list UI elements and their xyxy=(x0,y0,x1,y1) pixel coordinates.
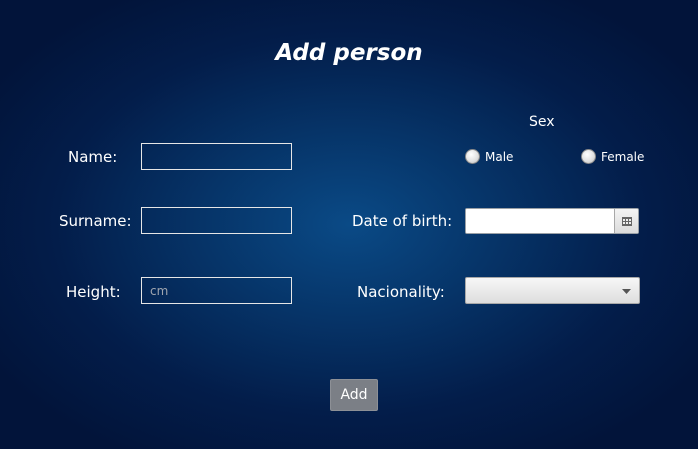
height-field[interactable] xyxy=(141,277,292,304)
date-of-birth-picker[interactable] xyxy=(465,208,639,234)
add-button[interactable]: Add xyxy=(330,379,378,411)
height-label: Height: xyxy=(66,283,121,301)
sex-option-female[interactable]: Female xyxy=(581,149,644,164)
chevron-down-icon xyxy=(622,289,631,294)
page-title: Add person xyxy=(275,40,423,66)
name-label: Name: xyxy=(68,148,118,166)
female-radio-label: Female xyxy=(601,149,645,164)
male-radio[interactable] xyxy=(465,149,480,164)
sex-option-male[interactable]: Male xyxy=(465,149,513,164)
date-of-birth-input[interactable] xyxy=(466,209,615,233)
calendar-button[interactable] xyxy=(614,209,638,233)
female-radio[interactable] xyxy=(581,149,596,164)
nationality-label: Nacionality: xyxy=(357,283,445,301)
male-radio-label: Male xyxy=(485,149,514,164)
date-of-birth-label: Date of birth: xyxy=(352,212,453,230)
name-field[interactable] xyxy=(141,143,292,170)
calendar-icon xyxy=(621,216,632,226)
nationality-select[interactable] xyxy=(465,277,640,304)
sex-label: Sex xyxy=(529,114,555,130)
surname-label: Surname: xyxy=(59,212,132,230)
surname-field[interactable] xyxy=(141,207,292,234)
